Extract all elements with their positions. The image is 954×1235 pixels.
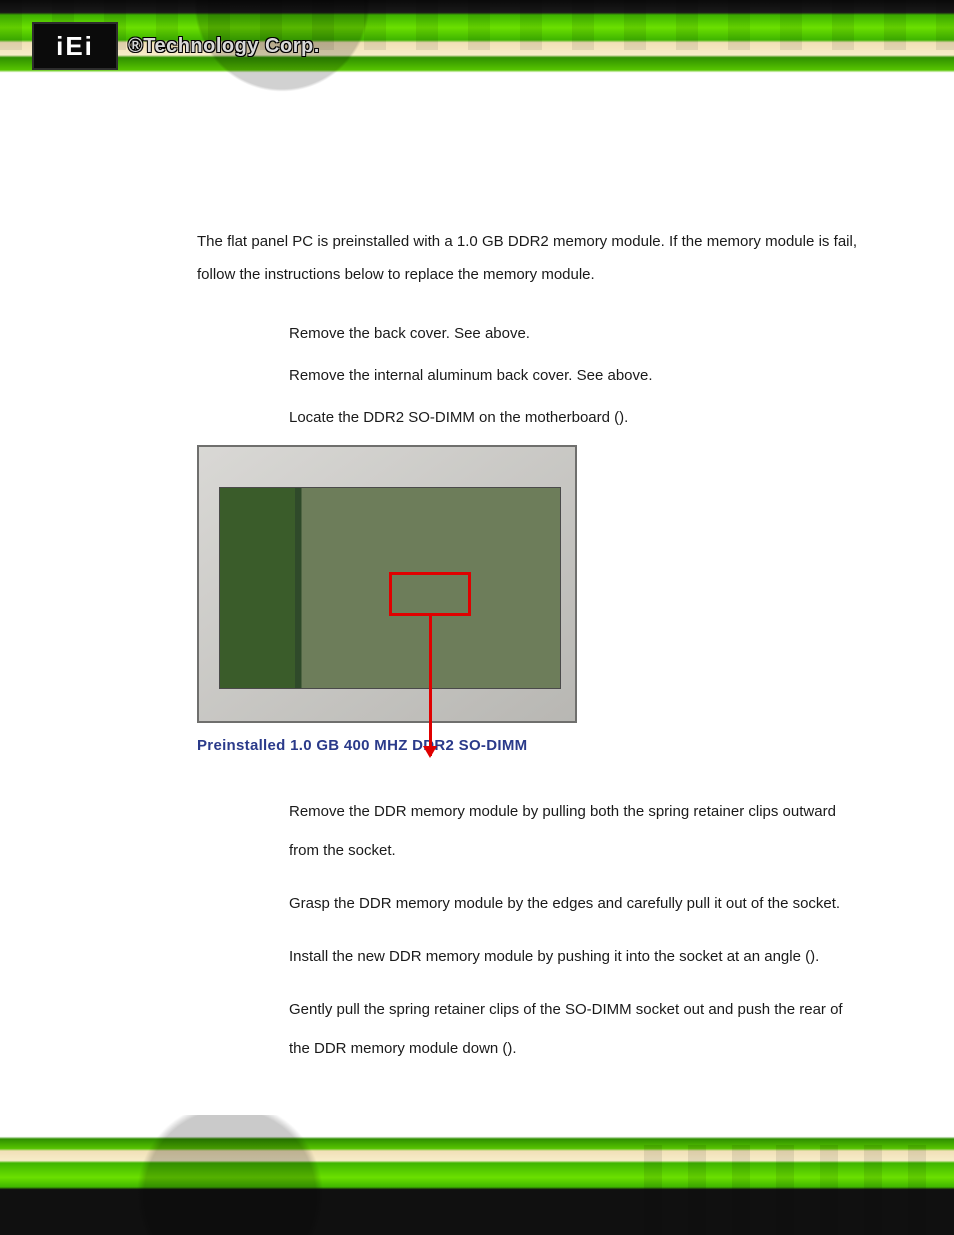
step-item: Grasp the DDR memory module by the edges… (289, 884, 857, 923)
step-text-pre: Locate the DDR2 SO-DIMM on the motherboa… (289, 409, 619, 426)
step-item: Remove the DDR memory module by pulling … (289, 792, 857, 870)
step-text-post: above. (485, 325, 530, 342)
step-text-pre: Remove the internal aluminum back cover.… (289, 367, 608, 384)
logo-text: ®Technology Corp. (128, 35, 320, 58)
bottom-banner (0, 1115, 954, 1235)
step-text-pre: Remove the back cover. See (289, 325, 485, 342)
motherboard-photo (197, 445, 577, 723)
step-text-post: ). (810, 948, 819, 965)
figure: Preinstalled 1.0 GB 400 MHZ DDR2 SO-DIMM (197, 445, 857, 762)
step-item: Remove the back cover. See above. (289, 319, 857, 349)
step-text-pre: Gently pull the spring retainer clips of… (289, 1001, 843, 1057)
intro-paragraph: The flat panel PC is preinstalled with a… (197, 225, 857, 291)
step-item: Install the new DDR memory module by pus… (289, 937, 857, 976)
step-text-pre: Install the new DDR memory module by pus… (289, 948, 810, 965)
brand-logo: iEi ®Technology Corp. (32, 22, 320, 70)
steps-before-figure: Remove the back cover. See above. Remove… (197, 319, 857, 433)
steps-after-figure: Remove the DDR memory module by pulling … (197, 792, 857, 1068)
page-content: The flat panel PC is preinstalled with a… (197, 225, 857, 1082)
dimm-highlight-box (389, 572, 471, 616)
step-text-post: above. (608, 367, 653, 384)
step-item: Locate the DDR2 SO-DIMM on the motherboa… (289, 403, 857, 433)
logo-mark: iEi (32, 22, 118, 70)
step-text-post: ). (619, 409, 628, 426)
callout-arrow-icon (429, 616, 432, 756)
step-item: Remove the internal aluminum back cover.… (289, 361, 857, 391)
step-text-post: ). (507, 1040, 516, 1057)
step-item: Gently pull the spring retainer clips of… (289, 990, 857, 1068)
figure-caption: Preinstalled 1.0 GB 400 MHZ DDR2 SO-DIMM (197, 729, 857, 762)
top-banner: iEi ®Technology Corp. (0, 0, 954, 125)
